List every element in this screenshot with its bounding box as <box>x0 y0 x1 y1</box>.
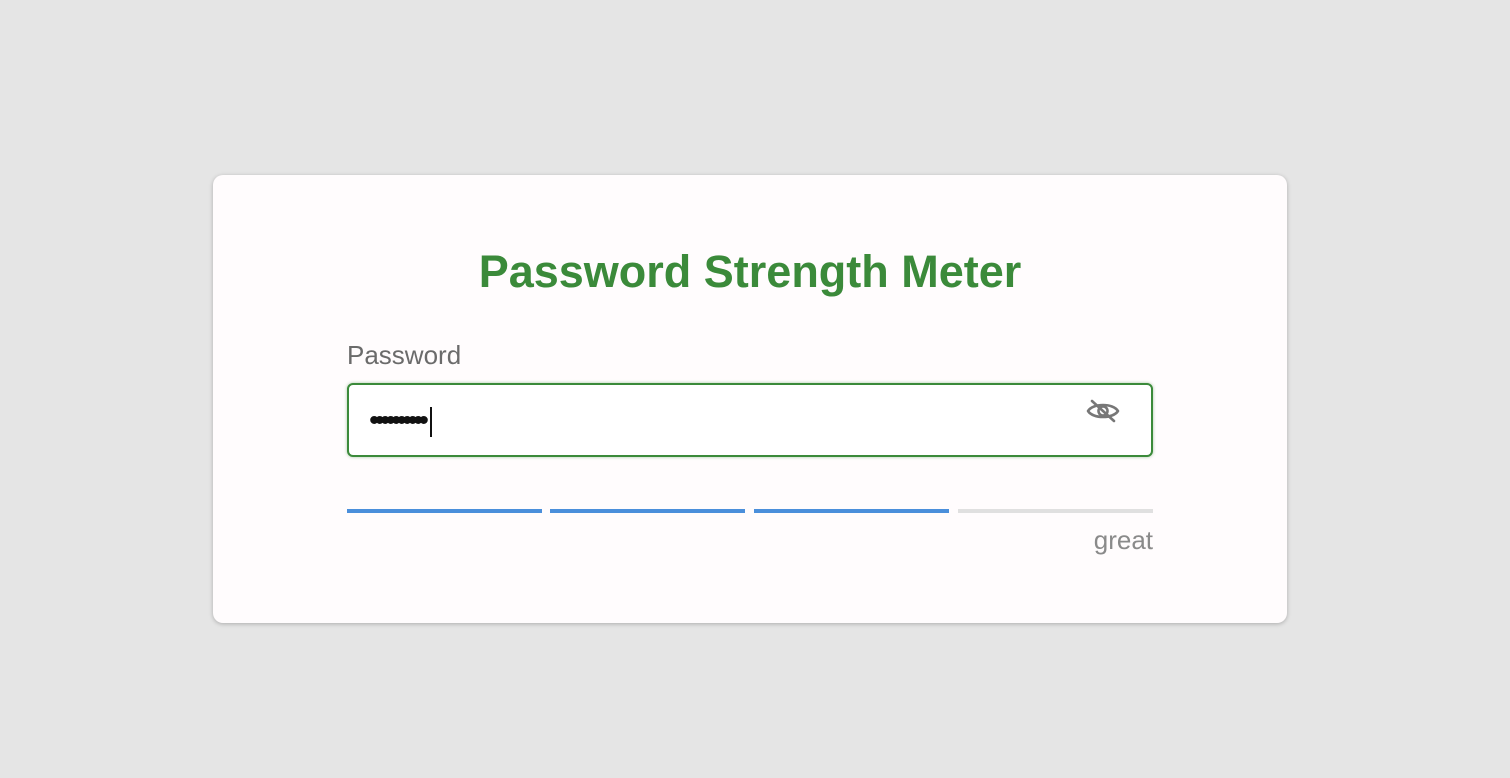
strength-segment-4 <box>958 509 1153 513</box>
password-label: Password <box>347 340 462 370</box>
strength-label: great <box>1093 525 1153 555</box>
password-dots: •••••••••• <box>369 404 429 437</box>
strength-meter <box>347 509 1153 513</box>
strength-segment-2 <box>550 509 745 513</box>
page-title: Password Strength Meter <box>478 246 1022 297</box>
password-card: Password Strength Meter Password •••••••… <box>213 175 1287 623</box>
password-input[interactable]: •••••••••• <box>347 383 1153 457</box>
eye-slash-icon[interactable] <box>1085 397 1121 425</box>
password-masked-value: •••••••••• <box>369 404 433 438</box>
strength-segment-1 <box>347 509 542 513</box>
strength-segment-3 <box>754 509 949 513</box>
text-caret <box>430 407 433 437</box>
